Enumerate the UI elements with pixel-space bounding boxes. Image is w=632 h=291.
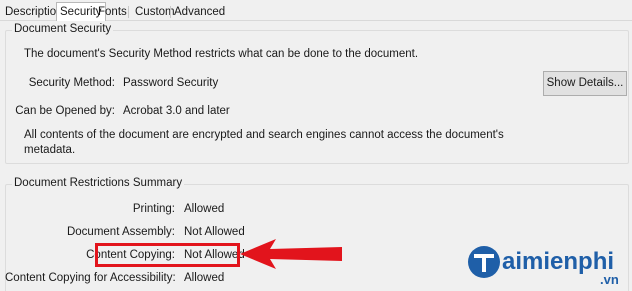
document-security-title: Document Security — [12, 23, 114, 35]
can-be-opened-label: Can be Opened by: — [15, 105, 115, 117]
printing-value: Allowed — [184, 203, 225, 215]
printing-label: Printing: — [132, 203, 175, 215]
svg-text:aimienphi: aimienphi — [502, 248, 614, 275]
tab-advanced[interactable]: Advanced — [172, 4, 227, 21]
svg-text:.vn: .vn — [600, 272, 619, 287]
document-assembly-value: Not Allowed — [184, 226, 245, 238]
arrow-annotation-icon — [240, 239, 342, 269]
content-copying-accessibility-label: Content Copying for Accessibility: — [5, 272, 176, 284]
restrictions-summary-title: Document Restrictions Summary — [12, 177, 185, 189]
document-assembly-label: Document Assembly: — [66, 226, 175, 238]
tab-fonts[interactable]: Fonts — [96, 4, 129, 21]
tab-separator — [128, 6, 129, 18]
security-intro-text: The document's Security Method restricts… — [24, 48, 419, 60]
security-method-value: Password Security — [123, 77, 219, 89]
encryption-note-line2: metadata. — [24, 144, 76, 156]
security-method-label: Security Method: — [28, 77, 115, 89]
can-be-opened-value: Acrobat 3.0 and later — [123, 105, 230, 117]
show-details-button[interactable]: Show Details... — [543, 71, 627, 96]
tab-separator — [170, 6, 171, 18]
highlight-box — [95, 243, 240, 267]
encryption-note-line1: All contents of the document are encrypt… — [24, 129, 504, 141]
taimienphi-logo-icon: aimienphi .vn — [468, 246, 619, 287]
tab-strip: Description Security Fonts Custom Advanc… — [0, 0, 632, 22]
content-copying-accessibility-value: Allowed — [184, 272, 225, 284]
